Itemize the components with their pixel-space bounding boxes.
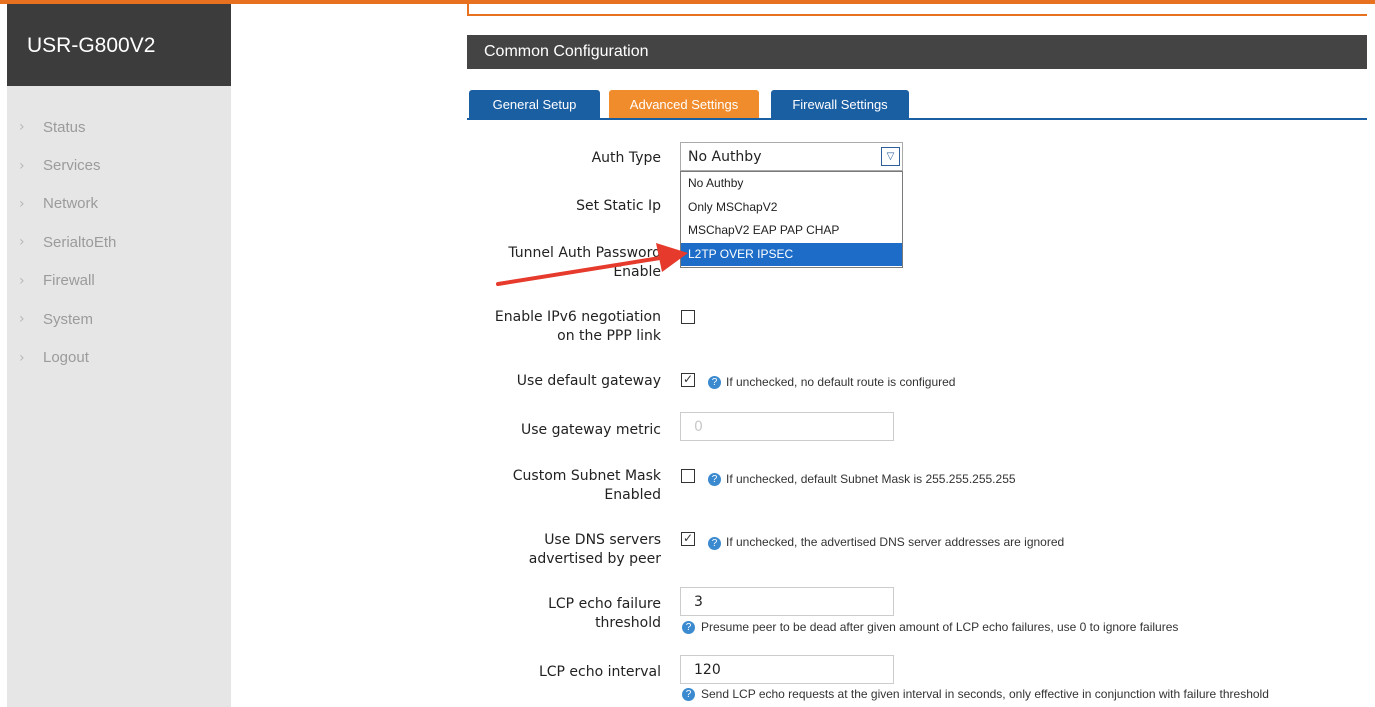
tab-firewall-settings[interactable]: Firewall Settings xyxy=(771,90,909,118)
subnet-mask-checkbox[interactable] xyxy=(681,469,695,483)
auth-option-no-authby[interactable]: No Authby xyxy=(681,172,902,196)
auth-type-dropdown: No Authby Only MSChapV2 MSChapV2 EAP PAP… xyxy=(680,171,903,268)
top-panel-border xyxy=(467,2,1367,16)
sidebar-nav: › Status › Services › Network › SerialtoEth … xyxy=(7,108,231,377)
subnet-mask-help: If unchecked, default Subnet Mask is 255… xyxy=(726,472,1016,486)
default-gateway-checkbox[interactable]: ✓ xyxy=(681,373,695,387)
default-gateway-help: If unchecked, no default route is config… xyxy=(726,375,956,389)
tab-general-setup[interactable]: General Setup xyxy=(469,90,600,118)
lcp-interval-help: Send LCP echo requests at the given inte… xyxy=(701,687,1269,701)
help-icon: ? xyxy=(682,621,695,634)
tunnel-auth-label: Tunnel Auth Password Enable xyxy=(508,245,661,280)
chevron-right-icon: › xyxy=(19,195,25,212)
ipv6-label: Enable IPv6 negotiation on the PPP link xyxy=(494,309,661,344)
gateway-metric-label: Use gateway metric xyxy=(520,422,661,438)
chevron-right-icon: › xyxy=(19,311,25,328)
static-ip-label: Set Static Ip xyxy=(576,198,661,214)
chevron-down-icon[interactable]: ▽ xyxy=(881,147,900,166)
auth-type-label: Auth Type xyxy=(591,150,661,166)
sidebar-item-firewall[interactable]: › Firewall xyxy=(7,262,231,300)
default-gateway-label: Use default gateway xyxy=(516,373,661,389)
sidebar-item-status[interactable]: › Status xyxy=(7,108,231,146)
auth-option-l2tp-over-ipsec[interactable]: L2TP OVER IPSEC xyxy=(681,242,902,266)
lcp-interval-label: LCP echo interval xyxy=(538,664,661,680)
auth-type-select[interactable]: No Authby ▽ xyxy=(680,142,903,171)
chevron-right-icon: › xyxy=(19,234,25,251)
lcp-failure-help: Presume peer to be dead after given amou… xyxy=(701,620,1179,634)
sidebar-item-services[interactable]: › Services xyxy=(7,146,231,184)
help-icon: ? xyxy=(708,376,721,389)
gateway-metric-input[interactable]: 0 xyxy=(680,412,894,441)
auth-option-only-mschapv2[interactable]: Only MSChapV2 xyxy=(681,196,902,220)
help-icon: ? xyxy=(708,537,721,550)
sidebar-item-serialtoeth[interactable]: › SerialtoEth xyxy=(7,223,231,261)
brand-title: USR-G800V2 xyxy=(7,4,231,86)
auth-option-mschapv2-eap-pap-chap[interactable]: MSChapV2 EAP PAP CHAP xyxy=(681,219,902,243)
chevron-right-icon: › xyxy=(19,349,25,366)
lcp-failure-input[interactable]: 3 xyxy=(680,587,894,616)
tab-advanced-settings[interactable]: Advanced Settings xyxy=(609,90,759,118)
section-header: Common Configuration xyxy=(467,35,1367,69)
dns-checkbox[interactable]: ✓ xyxy=(681,532,695,546)
auth-type-value: No Authby xyxy=(688,149,762,165)
tab-bar: General Setup Advanced Settings Firewall… xyxy=(467,90,1367,120)
chevron-right-icon: › xyxy=(19,119,25,136)
lcp-failure-label: LCP echo failure threshold xyxy=(548,596,661,631)
ipv6-checkbox[interactable] xyxy=(681,310,695,324)
chevron-right-icon: › xyxy=(19,157,25,174)
chevron-right-icon: › xyxy=(19,272,25,289)
help-icon: ? xyxy=(682,688,695,701)
subnet-mask-label: Custom Subnet Mask Enabled xyxy=(512,468,661,503)
sidebar-item-system[interactable]: › System xyxy=(7,300,231,338)
sidebar-item-logout[interactable]: › Logout xyxy=(7,338,231,376)
lcp-interval-input[interactable]: 120 xyxy=(680,655,894,684)
sidebar-item-network[interactable]: › Network xyxy=(7,185,231,223)
dns-help: If unchecked, the advertised DNS server … xyxy=(726,535,1065,549)
help-icon: ? xyxy=(708,473,721,486)
dns-label: Use DNS servers advertised by peer xyxy=(528,532,661,567)
